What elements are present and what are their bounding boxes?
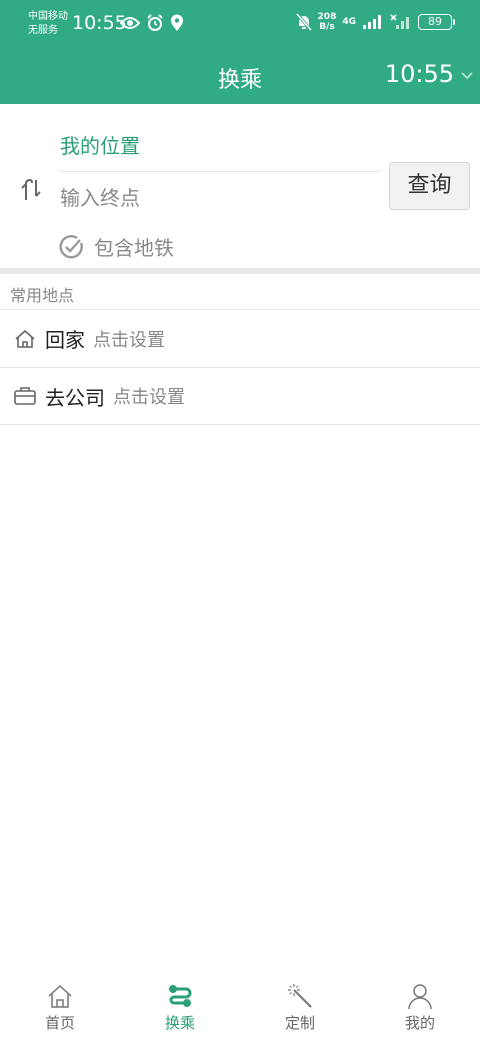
common-places-heading: 常用地点 (10, 286, 75, 305)
route-search-panel: 我的位置 查询 包含地铁 (0, 104, 480, 268)
signal-icon (363, 15, 381, 29)
nav-label: 首页 (44, 1014, 75, 1032)
chevron-down-icon[interactable] (460, 70, 474, 80)
status-time: 10:55 (72, 12, 127, 34)
status-icons-left (120, 14, 184, 32)
nav-item-custom[interactable]: 定制 (240, 976, 360, 1040)
eye-icon (120, 17, 140, 29)
place-hint: 点击设置 (93, 329, 165, 351)
person-icon (408, 984, 432, 1010)
carrier-name: 中国移动 (28, 11, 68, 22)
network-speed: 208 B/s (318, 12, 337, 32)
header: 换乘 10:55 (0, 48, 480, 104)
top-bar: 中国移动 无服务 10:55 208 B/s 4G 89 换乘 10:55 (0, 0, 480, 104)
network-type: 4G (342, 17, 356, 27)
nav-label: 换乘 (164, 1014, 195, 1032)
service-status: 无服务 (28, 25, 58, 36)
place-row-home[interactable]: 回家 点击设置 (0, 309, 480, 367)
mute-bell-icon (295, 13, 312, 31)
nav-label: 定制 (284, 1014, 315, 1032)
briefcase-icon (14, 387, 36, 405)
carrier-info: 中国移动 无服务 (28, 10, 68, 38)
check-circle-icon[interactable] (58, 234, 84, 260)
battery-indicator: 89 (418, 14, 455, 30)
bottom-nav: 首页 换乘 定制 我的 (0, 976, 480, 1040)
status-bar: 中国移动 无服务 10:55 208 B/s 4G 89 (0, 0, 480, 48)
include-subway-option[interactable]: 包含地铁 (58, 232, 174, 261)
alarm-icon (147, 14, 163, 31)
place-name: 回家 (45, 328, 85, 352)
speed-unit: B/s (319, 22, 335, 32)
section-separator (0, 268, 480, 274)
app-root: 中国移动 无服务 10:55 208 B/s 4G 89 换乘 10:55 我的… (0, 0, 480, 1040)
swap-icon[interactable] (18, 178, 44, 202)
include-subway-label: 包含地铁 (94, 236, 174, 260)
place-hint: 点击设置 (113, 387, 185, 408)
status-icons-right: 208 B/s 4G 89 (295, 12, 455, 32)
nav-label: 我的 (404, 1014, 435, 1032)
location-icon (171, 14, 183, 31)
home-icon (15, 329, 35, 348)
place-name: 去公司 (45, 385, 105, 410)
place-row-work[interactable]: 去公司 点击设置 (0, 367, 480, 425)
query-button[interactable]: 查询 (389, 162, 470, 210)
nav-item-home[interactable]: 首页 (0, 976, 120, 1040)
origin-field[interactable]: 我的位置 (60, 130, 140, 159)
nav-item-mine[interactable]: 我的 (360, 976, 480, 1040)
transfer-icon (169, 985, 192, 1007)
signal-no-service-icon (390, 14, 409, 29)
home-icon (48, 984, 72, 1008)
magic-wand-icon (288, 984, 312, 1008)
destination-input[interactable] (60, 188, 370, 211)
nav-item-transfer[interactable]: 换乘 (120, 976, 240, 1040)
speed-value: 208 (317, 12, 337, 22)
field-divider (60, 171, 380, 172)
departure-time[interactable]: 10:55 (385, 60, 454, 88)
